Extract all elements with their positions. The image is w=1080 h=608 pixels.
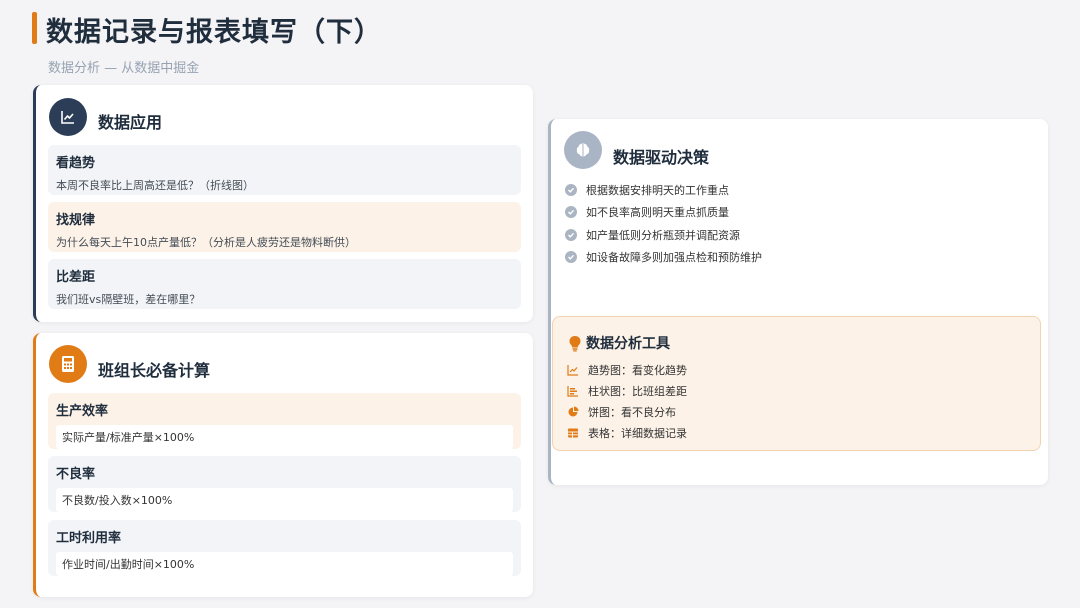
item-title: 找规律 bbox=[56, 213, 96, 228]
item-title: 工时利用率 bbox=[56, 531, 122, 546]
item-title: 看趋势 bbox=[56, 156, 96, 171]
bar-chart-icon bbox=[567, 385, 579, 397]
list-item: 找规律 为什么每天上午10点产量低？（分析是人疲劳还是物料断供） bbox=[48, 202, 521, 252]
item-title: 不良率 bbox=[56, 467, 96, 482]
trend-chart-icon bbox=[567, 364, 579, 376]
check-icon bbox=[565, 184, 577, 197]
analysis-tools-box: 数据分析工具 趋势图：看变化趋势 柱状图：比班组差距 饼图：看不良分布 表格：详… bbox=[552, 316, 1041, 451]
list-item: 不良率 不良数/投入数×100% bbox=[48, 456, 521, 512]
pie-chart-icon bbox=[567, 406, 579, 418]
item-label: 如不良率高则明天重点抓质量 bbox=[586, 206, 729, 220]
list-item: 生产效率 实际产量/标准产量×100% bbox=[48, 393, 521, 449]
title-accent-bar bbox=[32, 12, 37, 44]
item-label: 根据数据安排明天的工作重点 bbox=[586, 184, 729, 198]
item-label: 表格：详细数据记录 bbox=[588, 426, 687, 440]
formula: 作业时间/出勤时间×100% bbox=[56, 552, 513, 576]
item-desc: 本周不良率比上周高还是低？（折线图） bbox=[56, 179, 254, 192]
list-item: 柱状图：比班组差距 bbox=[567, 380, 687, 401]
tools-list: 趋势图：看变化趋势 柱状图：比班组差距 饼图：看不良分布 表格：详细数据记录 bbox=[567, 359, 687, 443]
card-title: 班组长必备计算 bbox=[98, 361, 211, 380]
item-desc: 我们班vs隔壁班，差在哪里？ bbox=[56, 293, 201, 306]
list-item: 根据数据安排明天的工作重点 bbox=[565, 179, 762, 201]
list-item: 趋势图：看变化趋势 bbox=[567, 359, 687, 380]
item-label: 柱状图：比班组差距 bbox=[588, 384, 687, 398]
calculator-icon bbox=[49, 345, 87, 383]
page-subtitle: 数据分析 — 从数据中掘金 bbox=[48, 61, 200, 76]
page-title: 数据记录与报表填写（下） bbox=[46, 17, 382, 48]
check-icon bbox=[565, 251, 577, 264]
tools-title-text: 数据分析工具 bbox=[586, 336, 670, 352]
tools-title: 数据分析工具 bbox=[568, 333, 670, 353]
leader-calc-card: 班组长必备计算 生产效率 实际产量/标准产量×100% 不良率 不良数/投入数×… bbox=[33, 333, 533, 597]
item-label: 饼图：看不良分布 bbox=[588, 405, 676, 419]
check-icon bbox=[565, 228, 577, 241]
formula: 实际产量/标准产量×100% bbox=[56, 425, 513, 449]
item-title: 比差距 bbox=[56, 270, 96, 285]
item-label: 趋势图：看变化趋势 bbox=[588, 363, 687, 377]
item-title: 生产效率 bbox=[56, 404, 109, 419]
list-item: 看趋势 本周不良率比上周高还是低？（折线图） bbox=[48, 145, 521, 195]
list-item: 比差距 我们班vs隔壁班，差在哪里？ bbox=[48, 259, 521, 309]
table-icon bbox=[567, 427, 579, 439]
decision-list: 根据数据安排明天的工作重点 如不良率高则明天重点抓质量 如产量低则分析瓶颈并调配… bbox=[565, 179, 762, 268]
list-item: 如不良率高则明天重点抓质量 bbox=[565, 201, 762, 223]
line-chart-icon bbox=[49, 98, 87, 136]
data-application-card: 数据应用 看趋势 本周不良率比上周高还是低？（折线图） 找规律 为什么每天上午1… bbox=[33, 85, 533, 322]
list-item: 饼图：看不良分布 bbox=[567, 401, 687, 422]
card-title: 数据驱动决策 bbox=[613, 148, 710, 167]
check-icon bbox=[565, 206, 577, 219]
item-desc: 为什么每天上午10点产量低？（分析是人疲劳还是物料断供） bbox=[56, 236, 356, 249]
list-item: 表格：详细数据记录 bbox=[567, 422, 687, 443]
item-label: 如设备故障多则加强点检和预防维护 bbox=[586, 251, 762, 265]
list-item: 如设备故障多则加强点检和预防维护 bbox=[565, 246, 762, 268]
formula: 不良数/投入数×100% bbox=[56, 488, 513, 512]
brain-icon bbox=[564, 131, 602, 169]
list-item: 工时利用率 作业时间/出勤时间×100% bbox=[48, 520, 521, 576]
list-item: 如产量低则分析瓶颈并调配资源 bbox=[565, 224, 762, 246]
item-label: 如产量低则分析瓶颈并调配资源 bbox=[586, 228, 740, 242]
card-title: 数据应用 bbox=[98, 113, 163, 132]
lightbulb-icon bbox=[568, 335, 582, 352]
